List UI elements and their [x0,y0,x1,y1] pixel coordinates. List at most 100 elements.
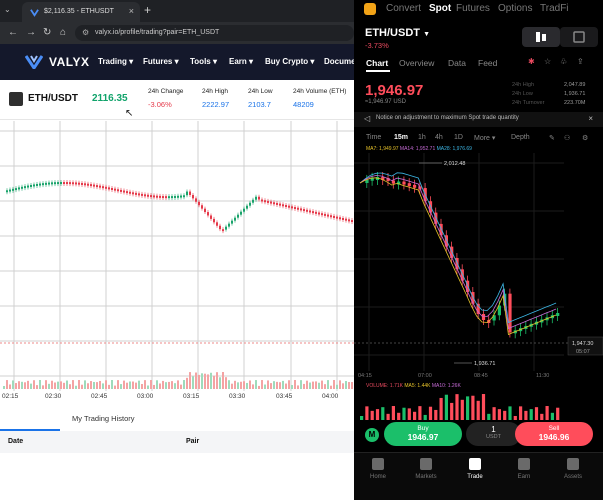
nav-tools[interactable]: Tools ▾ [190,57,217,66]
tab-search-icon[interactable]: ⌄ [4,5,11,14]
bottom-nav-trade[interactable]: Trade [455,458,495,480]
nav-buy-crypto[interactable]: Buy Crypto ▾ [265,57,314,66]
bottom-nav-home[interactable]: Home [358,458,398,480]
nav-earn[interactable]: Earn ▾ [229,57,253,66]
tab-overview[interactable]: Overview [399,58,434,68]
orderbook-button[interactable] [560,27,598,47]
url-text: valyx.io/profile/trading?pair=ETH_USDT [95,29,220,36]
volume-bar [177,380,179,389]
volume-bar [418,406,422,420]
close-tab-icon[interactable]: × [129,6,134,16]
valyx-logo-icon[interactable] [25,55,43,69]
tf-4h[interactable]: 4h [435,134,443,141]
settings-icon[interactable]: ⚙ [582,134,588,142]
tf-depth[interactable]: Depth [511,134,530,141]
candle-mode-button[interactable] [522,27,560,47]
volume-bar [294,380,296,389]
bottom-nav-earn[interactable]: Earn [504,458,544,480]
star-icon[interactable]: ☆ [544,57,551,66]
back-icon[interactable]: ← [8,27,18,38]
volume-bar [51,380,53,389]
buy-button[interactable]: Buy 1946.97 [384,422,462,446]
volume-bar [6,380,8,389]
tf-more[interactable]: More ▾ [474,134,495,142]
volume-bar [204,373,206,389]
nav-tradfi[interactable]: TradFi [540,3,569,14]
home-icon[interactable]: ⌂ [60,27,66,38]
volume-bar [273,381,275,389]
margin-badge[interactable]: M [365,428,379,442]
kline-body [481,313,486,321]
volume-bar [225,377,227,389]
volume-bar [96,382,98,389]
buy-price: 1946.97 [407,432,439,442]
candle-body [150,195,152,198]
nav-options[interactable]: Options [498,3,532,14]
volume-bar [12,380,14,389]
volume-bar [540,413,544,420]
tf-time[interactable]: Time [366,134,381,141]
site-info-icon[interactable]: ⚙ [82,28,89,37]
volume-bar [402,407,406,420]
candle-body [204,208,206,213]
candle-body [261,199,263,202]
tab-my-trading-history[interactable]: My Trading History [72,414,135,423]
candle-body [240,211,242,215]
tab-chart[interactable]: Chart [366,58,388,68]
tf-15m[interactable]: 15m [394,134,408,141]
bottom-nav-label: Assets [563,474,582,480]
trade-action-bar: M Buy 1946.97 1 USDT Sell 1946.96 [354,420,603,448]
candle-body [96,185,98,188]
flag-icon[interactable]: ✱ [528,57,535,66]
candle-body [99,185,101,188]
nav-label: Trading [98,57,127,66]
bottom-nav-assets[interactable]: Assets [553,458,593,480]
volume-bar [219,377,221,389]
candle-body [336,216,338,219]
volume-bar [27,380,29,389]
volume-bar [481,394,486,420]
tab-feed[interactable]: Feed [478,58,497,68]
close-icon[interactable]: × [588,114,593,123]
volume-bar [492,407,496,420]
candle-body [231,220,233,224]
kline-chart[interactable]: 2,012.48 1,947.30 05:07 1,936.71 04:15 07:00 0… [354,153,603,379]
new-tab-button[interactable]: + [144,3,151,17]
nav-spot[interactable]: Spot [429,3,451,14]
nav-convert[interactable]: Convert [386,3,421,14]
volume-bar [228,380,230,389]
tf-1h[interactable]: 1h [418,134,426,141]
notice-banner[interactable]: ◁ Notice on adjustment to maximum Spot t… [354,112,603,127]
volume-bar [324,384,326,389]
reload-icon[interactable]: ↻ [43,27,51,38]
logo-text[interactable]: VALYX [49,55,90,69]
forward-icon[interactable]: → [26,27,36,38]
sell-label: Sell [548,425,560,432]
bottom-nav-markets[interactable]: Markets [406,458,446,480]
alert-icon[interactable]: ♧ [560,57,567,66]
price-chart[interactable] [0,121,354,406]
url-field[interactable]: ⚙ valyx.io/profile/trading?pair=ETH_USDT [75,25,354,41]
nav-futures[interactable]: Futures [456,3,490,14]
nav-futures[interactable]: Futures ▾ [143,57,179,66]
indicator-icon[interactable]: ⚇ [564,134,570,142]
mobile-app: Convert Spot Futures Options TradFi ETH/… [354,0,603,500]
volume-bar [72,380,74,389]
candle-body [183,195,185,198]
nav-docs[interactable]: Docume [324,57,354,66]
share-icon[interactable]: ⇪ [577,57,584,66]
browser-tab[interactable]: $2,116.35 - ETHUSDT × [22,2,140,22]
volume-bar [285,383,287,389]
sell-button[interactable]: Sell 1946.96 [515,422,593,446]
tab-data[interactable]: Data [448,58,466,68]
menu-icon[interactable] [364,3,376,15]
draw-icon[interactable]: ✎ [549,134,555,142]
volume-bar [69,384,71,389]
volume-bar [428,406,433,420]
pair-selector[interactable]: ETH/USDT ▼ [365,27,430,39]
candle-body [279,203,281,206]
quantity-selector[interactable]: 1 USDT [466,422,521,446]
volume-bar [87,383,89,389]
nav-trading[interactable]: Trading ▾ [98,57,133,66]
tf-1d[interactable]: 1D [454,134,463,141]
